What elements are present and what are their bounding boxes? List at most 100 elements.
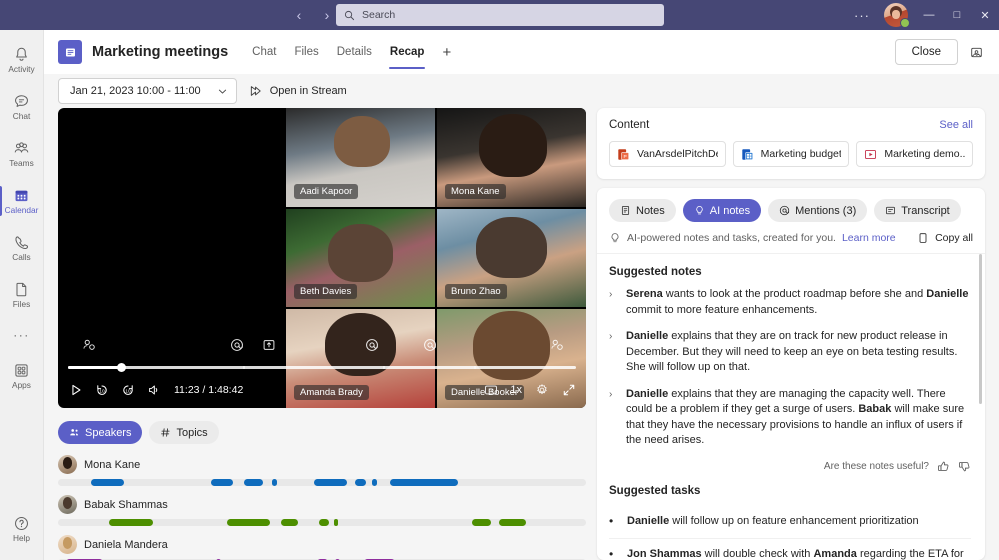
notes-card: Notes AI notes Mentions (3) Transcript A… xyxy=(597,188,985,560)
close-button[interactable]: Close xyxy=(894,39,958,65)
channel-icon xyxy=(58,40,82,64)
tab-transcript[interactable]: Transcript xyxy=(874,199,961,222)
progress-knob[interactable] xyxy=(117,363,127,372)
speaker-segment[interactable] xyxy=(226,519,271,526)
calendar-icon xyxy=(12,186,31,205)
tab-mentions[interactable]: Mentions (3) xyxy=(768,199,868,222)
file-chip[interactable]: Marketing budget... xyxy=(732,141,850,167)
notes-scroll-region[interactable]: Suggested notes › Serena wants to look at… xyxy=(597,254,985,560)
speaker-segment[interactable] xyxy=(319,519,329,526)
thumbs-down-icon[interactable] xyxy=(958,460,971,473)
minimize-button[interactable]: — xyxy=(915,0,943,30)
file-chip[interactable]: P VanArsdelPitchDe... xyxy=(609,141,726,167)
speaker-activity-track[interactable] xyxy=(58,479,586,486)
forward-button[interactable]: › xyxy=(316,4,338,26)
search-input[interactable]: Search xyxy=(336,4,664,26)
suggested-note-item[interactable]: › Serena wants to look at the product roa… xyxy=(609,287,971,318)
chevron-right-icon[interactable]: › xyxy=(609,387,618,449)
learn-more-link[interactable]: Learn more xyxy=(842,232,896,244)
suggested-note-item[interactable]: › Danielle explains that they are managin… xyxy=(609,387,971,449)
captions-icon[interactable]: cc xyxy=(483,383,498,398)
suggested-task-item[interactable]: • Danielle will follow up on feature enha… xyxy=(609,506,971,539)
tab-speakers[interactable]: Speakers xyxy=(58,421,143,444)
close-window-button[interactable]: ✕ xyxy=(971,0,999,30)
speaker-segment[interactable] xyxy=(281,519,298,526)
speaker-segment[interactable] xyxy=(372,479,377,486)
open-in-stream-button[interactable]: Open in Stream xyxy=(249,84,347,98)
suggested-task-item[interactable]: • Jon Shammas will double check with Aman… xyxy=(609,539,971,560)
sidebar-item-help[interactable]: Help xyxy=(0,505,44,552)
sidebar-item-activity[interactable]: Activity xyxy=(0,36,44,83)
sidebar-item-calendar[interactable]: Calendar xyxy=(0,177,44,224)
speaker-segment[interactable] xyxy=(472,519,491,526)
file-icon xyxy=(12,280,31,299)
sidebar-item-files[interactable]: Files xyxy=(0,271,44,318)
tab-topics[interactable]: Topics xyxy=(149,421,219,444)
popout-icon[interactable] xyxy=(965,41,987,63)
chevron-right-icon[interactable]: › xyxy=(609,329,618,376)
playback-speed-button[interactable]: 1x xyxy=(510,384,522,396)
chevron-right-icon[interactable]: › xyxy=(609,287,618,318)
rewind-10-icon[interactable]: 10 xyxy=(94,383,109,398)
mention-marker-icon[interactable] xyxy=(230,338,244,352)
settings-icon[interactable] xyxy=(534,383,549,398)
question-circle-icon xyxy=(12,514,31,533)
app-body: Activity Chat Teams Calendar Calls Files… xyxy=(0,30,999,560)
tab-files[interactable]: Files xyxy=(286,30,326,74)
maximize-button[interactable]: □ xyxy=(943,0,971,30)
add-tab-button[interactable]: + xyxy=(434,30,459,74)
suggested-notes-heading: Suggested notes xyxy=(609,266,702,278)
video-tile[interactable]: Mona Kane xyxy=(437,108,586,207)
tab-ai-notes[interactable]: AI notes xyxy=(682,199,762,222)
speaker-segment[interactable] xyxy=(333,519,339,526)
copy-all-button[interactable]: Copy all xyxy=(917,232,973,244)
speaker-segment[interactable] xyxy=(390,479,458,486)
speaker-marker-icon[interactable] xyxy=(82,338,96,352)
speaker-segment[interactable] xyxy=(90,479,124,486)
fullscreen-icon[interactable] xyxy=(561,383,576,398)
speaker-segment[interactable] xyxy=(271,479,277,486)
tab-details[interactable]: Details xyxy=(329,30,380,74)
video-tile[interactable]: Aadi Kapoor xyxy=(286,108,435,207)
forward-10-icon[interactable]: 10 xyxy=(120,383,135,398)
avatar[interactable] xyxy=(884,3,910,28)
meeting-date-dropdown[interactable]: Jan 21, 2023 10:00 - 11:00 xyxy=(58,78,237,104)
speaker-segment[interactable] xyxy=(314,479,347,486)
speaker-marker-icon[interactable] xyxy=(550,338,564,352)
suggested-note-item[interactable]: › Danielle explains that they are on trac… xyxy=(609,329,971,376)
sidebar-item-teams[interactable]: Teams xyxy=(0,130,44,177)
speaker-timeline: Speakers Topics Mona Kane Babak Shammas … xyxy=(58,408,586,560)
video-player[interactable]: Serena Davis Babak Shammas Aadi Kapoor xyxy=(58,108,586,408)
speaker-segment[interactable] xyxy=(108,519,153,526)
mention-marker-icon[interactable] xyxy=(365,338,379,352)
more-options-button[interactable]: ··· xyxy=(847,0,877,30)
thumbs-up-icon[interactable] xyxy=(937,460,950,473)
share-marker-icon[interactable] xyxy=(262,338,276,352)
sidebar-item-apps[interactable]: Apps xyxy=(0,352,44,399)
back-button[interactable]: ‹ xyxy=(288,4,310,26)
speaker-segment[interactable] xyxy=(498,519,527,526)
suggested-tasks-heading: Suggested tasks xyxy=(609,484,701,497)
speaker-segment[interactable] xyxy=(355,479,367,486)
tab-chat[interactable]: Chat xyxy=(244,30,284,74)
tab-recap[interactable]: Recap xyxy=(382,30,433,74)
video-progress-bar[interactable] xyxy=(58,362,586,372)
progress-marker xyxy=(243,366,246,369)
scrollbar[interactable] xyxy=(979,254,982,404)
play-icon[interactable] xyxy=(68,383,83,398)
video-tile[interactable]: Bruno Zhao xyxy=(437,208,586,308)
avatar xyxy=(58,535,77,554)
sidebar-item-chat[interactable]: Chat xyxy=(0,83,44,130)
volume-icon[interactable] xyxy=(146,383,161,398)
speaker-segment[interactable] xyxy=(211,479,234,486)
file-chip[interactable]: Marketing demo... xyxy=(856,141,974,167)
video-tile[interactable]: Beth Davies xyxy=(286,208,435,308)
see-all-link[interactable]: See all xyxy=(939,119,973,131)
speaker-activity-track[interactable] xyxy=(58,519,586,526)
more-apps-button[interactable]: ··· xyxy=(0,318,44,352)
left-nav-rail: Activity Chat Teams Calendar Calls Files… xyxy=(0,30,44,560)
speaker-segment[interactable] xyxy=(244,479,264,486)
sidebar-item-calls[interactable]: Calls xyxy=(0,224,44,271)
mention-marker-icon[interactable] xyxy=(423,338,437,352)
tab-notes[interactable]: Notes xyxy=(609,199,676,222)
